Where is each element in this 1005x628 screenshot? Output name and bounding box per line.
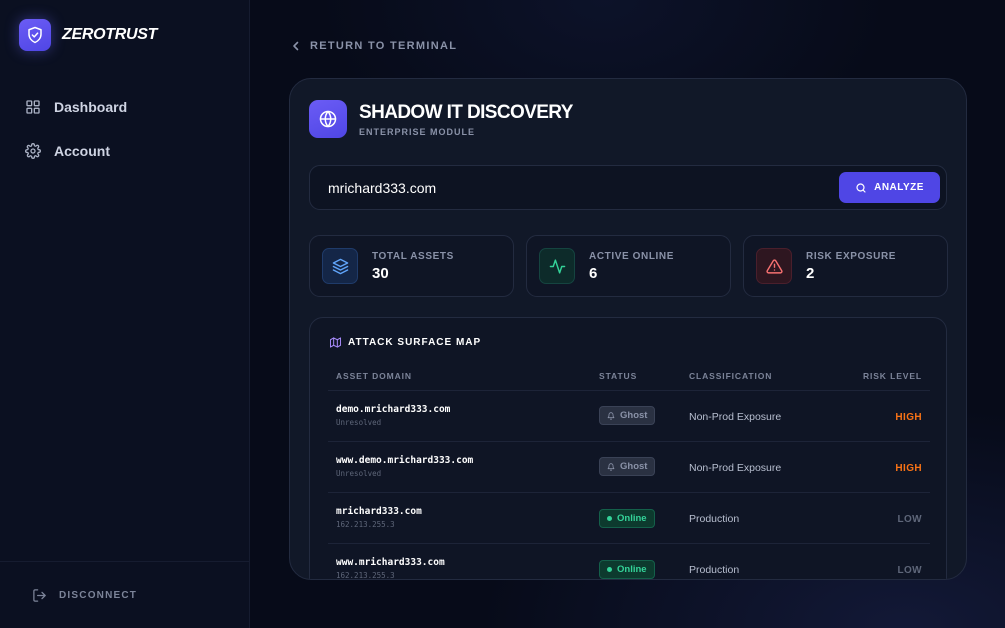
online-dot-icon (607, 566, 612, 572)
status-text: Online (617, 512, 647, 524)
page-title: SHADOW IT DISCOVERY (359, 101, 573, 123)
asset-resolution: 162.213.255.3 (336, 520, 395, 529)
attack-surface-map: ATTACK SURFACE MAP ASSET DOMAIN STATUS C… (309, 317, 947, 580)
domain-search-box: ANALYZE (309, 165, 947, 210)
stats-row: TOTAL ASSETS 30 ACTIVE ONLINE 6 RISK EXP… (309, 235, 948, 297)
sidebar-nav: Dashboard Account (25, 96, 127, 184)
stat-label: TOTAL ASSETS (372, 251, 454, 262)
analyze-label: ANALYZE (874, 182, 924, 193)
stat-total-assets: TOTAL ASSETS 30 (309, 235, 514, 297)
search-icon (855, 182, 867, 194)
table-header-row: ASSET DOMAIN STATUS CLASSIFICATION RISK … (328, 362, 930, 391)
classification: Non-Prod Exposure (689, 410, 782, 423)
stat-label: RISK EXPOSURE (806, 251, 897, 262)
bell-icon (607, 411, 615, 420)
chevron-left-icon (292, 41, 300, 51)
map-title: ATTACK SURFACE MAP (348, 337, 482, 348)
gear-icon (25, 143, 41, 159)
asset-domain: www.mrichard333.com (336, 557, 445, 568)
column-header: RISK LEVEL (841, 362, 930, 391)
stat-value: 6 (589, 265, 598, 282)
module-header: SHADOW IT DISCOVERY ENTERPRISE MODULE (309, 100, 573, 138)
status-badge: Ghost (599, 406, 656, 425)
shield-check-icon (19, 19, 51, 51)
table-row[interactable]: mrichard333.com 162.213.255.3 Online Pro… (328, 492, 930, 544)
asset-domain: demo.mrichard333.com (336, 404, 451, 415)
shadow-it-panel: SHADOW IT DISCOVERY ENTERPRISE MODULE AN… (289, 78, 967, 580)
risk-level: LOW (897, 513, 922, 525)
table-row[interactable]: www.demo.mrichard333.com Unresolved Ghos… (328, 441, 930, 493)
status-text: Ghost (620, 410, 648, 421)
disconnect-button[interactable]: DISCONNECT (32, 588, 137, 603)
sidebar-item-label: Account (54, 143, 110, 159)
column-header: CLASSIFICATION (681, 362, 841, 391)
status-badge: Ghost (599, 457, 656, 476)
brand-name: ZEROTRUST (62, 26, 158, 43)
asset-domain: mrichard333.com (336, 506, 422, 517)
online-dot-icon (607, 515, 612, 521)
sidebar-item-label: Dashboard (54, 99, 128, 115)
risk-level: HIGH (895, 462, 922, 474)
sidebar-item-account[interactable]: Account (25, 140, 127, 162)
return-to-terminal-link[interactable]: RETURN TO TERMINAL (292, 40, 457, 52)
bell-icon (607, 462, 615, 471)
grid-icon (25, 99, 41, 115)
stat-value: 30 (372, 265, 389, 282)
map-icon (330, 337, 341, 348)
stat-label: ACTIVE ONLINE (589, 251, 675, 262)
sidebar: ZEROTRUST Dashboard Account DISCONNECT (0, 0, 250, 628)
domain-input[interactable] (328, 166, 828, 209)
risk-level: LOW (897, 564, 922, 576)
asset-domain: www.demo.mrichard333.com (336, 455, 474, 466)
warning-icon (756, 248, 792, 284)
classification: Production (689, 512, 740, 525)
risk-level: HIGH (895, 411, 922, 423)
layers-icon (322, 248, 358, 284)
analyze-button[interactable]: ANALYZE (839, 172, 940, 203)
assets-table: ASSET DOMAIN STATUS CLASSIFICATION RISK … (328, 362, 930, 580)
stat-risk-exposure: RISK EXPOSURE 2 (743, 235, 948, 297)
return-label: RETURN TO TERMINAL (310, 40, 458, 52)
brand[interactable]: ZEROTRUST (19, 19, 157, 51)
asset-resolution: Unresolved (336, 469, 382, 478)
table-row[interactable]: www.mrichard333.com 162.213.255.3 Online… (328, 543, 930, 580)
page-subtitle: ENTERPRISE MODULE (359, 126, 476, 137)
classification: Non-Prod Exposure (689, 461, 782, 474)
sidebar-item-dashboard[interactable]: Dashboard (25, 96, 127, 118)
status-badge: Online (599, 559, 655, 579)
table-row[interactable]: demo.mrichard333.com Unresolved Ghost No… (328, 390, 930, 442)
status-text: Online (617, 563, 647, 575)
status-badge: Online (599, 508, 655, 528)
map-header: ATTACK SURFACE MAP (330, 337, 481, 348)
column-header: STATUS (591, 362, 681, 391)
status-text: Ghost (620, 461, 648, 472)
activity-icon (539, 248, 575, 284)
asset-resolution: 162.213.255.3 (336, 571, 395, 580)
column-header: ASSET DOMAIN (328, 362, 591, 391)
asset-resolution: Unresolved (336, 418, 382, 427)
sidebar-footer: DISCONNECT (0, 561, 250, 628)
stat-value: 2 (806, 265, 815, 282)
classification: Production (689, 563, 740, 576)
disconnect-label: DISCONNECT (59, 590, 138, 601)
logout-icon (32, 588, 47, 603)
stat-active-online: ACTIVE ONLINE 6 (526, 235, 731, 297)
globe-icon (309, 100, 347, 138)
